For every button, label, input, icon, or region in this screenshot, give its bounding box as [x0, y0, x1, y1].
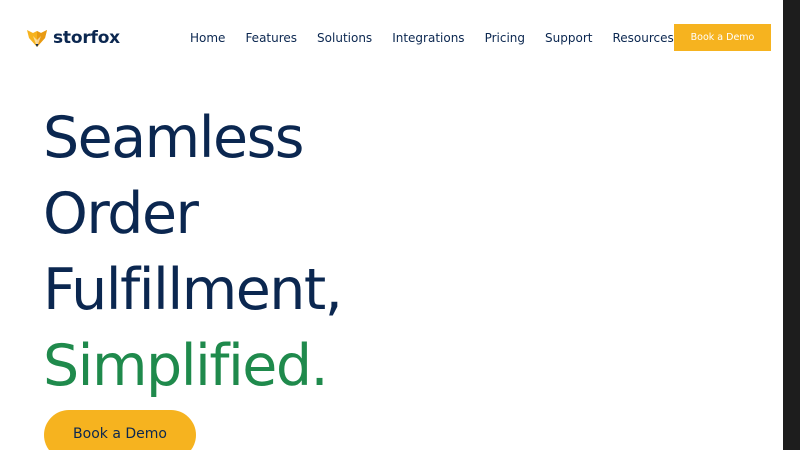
brand-logo[interactable]: storfox [26, 27, 120, 49]
header-book-demo-button[interactable]: Book a Demo [674, 24, 771, 51]
hero-accent-line: Simplified. [43, 333, 329, 399]
nav-item-solutions[interactable]: Solutions [317, 29, 372, 47]
nav-item-support[interactable]: Support [545, 29, 592, 47]
hero-line-3: Fulfillment, [43, 257, 343, 323]
page: storfox Home Features Solutions Integrat… [0, 0, 800, 450]
scrollbar[interactable] [783, 0, 800, 450]
brand-name: storfox [53, 28, 120, 48]
nav-item-pricing[interactable]: Pricing [485, 29, 525, 47]
hero-line-2: Order [43, 181, 199, 247]
hero-book-demo-button[interactable]: Book a Demo [44, 410, 196, 450]
site-header: storfox Home Features Solutions Integrat… [0, 0, 783, 76]
nav-item-resources[interactable]: Resources [612, 29, 673, 47]
nav-item-integrations[interactable]: Integrations [392, 29, 464, 47]
nav-item-home[interactable]: Home [190, 29, 225, 47]
fox-head-icon [27, 30, 47, 47]
hero-line-1: Seamless [43, 105, 305, 171]
nav-item-features[interactable]: Features [245, 29, 297, 47]
hero-heading: Seamless Order Fulfillment, Simplified. [43, 100, 343, 404]
main-nav: Home Features Solutions Integrations Pri… [190, 29, 674, 47]
